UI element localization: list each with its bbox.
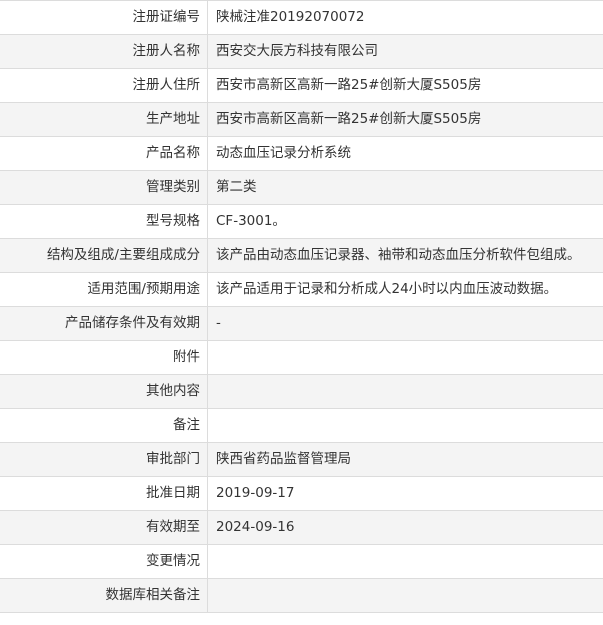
row-value — [207, 374, 603, 409]
table-row: 注册人住所 西安市高新区高新一路25#创新大厦S505房 — [0, 68, 603, 103]
row-label: 适用范围/预期用途 — [0, 272, 208, 307]
row-value: 该产品由动态血压记录器、袖带和动态血压分析软件包组成。 — [207, 238, 603, 273]
row-value: 西安市高新区高新一路25#创新大厦S505房 — [207, 68, 603, 103]
row-label: 结构及组成/主要组成成分 — [0, 238, 208, 273]
row-label: 其他内容 — [0, 374, 208, 409]
row-label: 产品名称 — [0, 136, 208, 171]
row-label: 型号规格 — [0, 204, 208, 239]
row-label: 注册人住所 — [0, 68, 208, 103]
row-value: 2019-09-17 — [207, 476, 603, 511]
device-registration-table: 注册证编号 陕械注准20192070072 注册人名称 西安交大辰方科技有限公司… — [0, 0, 603, 613]
table-row: 管理类别 第二类 — [0, 170, 603, 205]
table-row: 产品名称 动态血压记录分析系统 — [0, 136, 603, 171]
table-row: 型号规格 CF-3001。 — [0, 204, 603, 239]
table-row: 适用范围/预期用途 该产品适用于记录和分析成人24小时以内血压波动数据。 — [0, 272, 603, 307]
row-value: 西安市高新区高新一路25#创新大厦S505房 — [207, 102, 603, 137]
table-row: 注册证编号 陕械注准20192070072 — [0, 0, 603, 35]
row-label: 审批部门 — [0, 442, 208, 477]
row-value: 2024-09-16 — [207, 510, 603, 545]
row-label: 有效期至 — [0, 510, 208, 545]
row-value: CF-3001。 — [207, 204, 603, 239]
table-row: 附件 — [0, 340, 603, 375]
row-value — [207, 340, 603, 375]
row-label: 产品储存条件及有效期 — [0, 306, 208, 341]
table-row: 审批部门 陕西省药品监督管理局 — [0, 442, 603, 477]
table-row: 其他内容 — [0, 374, 603, 409]
row-label: 生产地址 — [0, 102, 208, 137]
row-label: 数据库相关备注 — [0, 578, 208, 613]
row-value: 该产品适用于记录和分析成人24小时以内血压波动数据。 — [207, 272, 603, 307]
row-value: 陕西省药品监督管理局 — [207, 442, 603, 477]
table-row: 结构及组成/主要组成成分 该产品由动态血压记录器、袖带和动态血压分析软件包组成。 — [0, 238, 603, 273]
table-row: 数据库相关备注 — [0, 578, 603, 613]
table-row: 变更情况 — [0, 544, 603, 579]
table-row: 有效期至 2024-09-16 — [0, 510, 603, 545]
table-body: 注册证编号 陕械注准20192070072 注册人名称 西安交大辰方科技有限公司… — [0, 0, 603, 613]
row-value: 第二类 — [207, 170, 603, 205]
row-label: 批准日期 — [0, 476, 208, 511]
row-label: 附件 — [0, 340, 208, 375]
table-row: 生产地址 西安市高新区高新一路25#创新大厦S505房 — [0, 102, 603, 137]
row-value — [207, 408, 603, 443]
table-row: 注册人名称 西安交大辰方科技有限公司 — [0, 34, 603, 69]
table-row: 产品储存条件及有效期 - — [0, 306, 603, 341]
row-value — [207, 544, 603, 579]
row-label: 注册人名称 — [0, 34, 208, 69]
row-label: 备注 — [0, 408, 208, 443]
row-value: 陕械注准20192070072 — [207, 0, 603, 35]
table-row: 备注 — [0, 408, 603, 443]
row-label: 注册证编号 — [0, 0, 208, 35]
row-value: 西安交大辰方科技有限公司 — [207, 34, 603, 69]
row-value — [207, 578, 603, 613]
row-label: 管理类别 — [0, 170, 208, 205]
table-row: 批准日期 2019-09-17 — [0, 476, 603, 511]
row-value: - — [207, 306, 603, 341]
row-label: 变更情况 — [0, 544, 208, 579]
row-value: 动态血压记录分析系统 — [207, 136, 603, 171]
